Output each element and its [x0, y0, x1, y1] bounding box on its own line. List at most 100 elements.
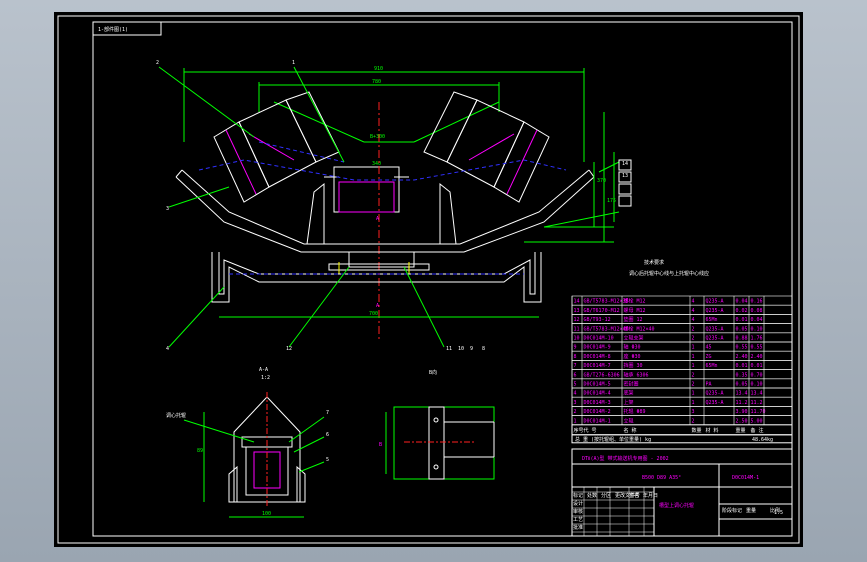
parts-cell: 4 [692, 317, 695, 323]
parts-cell: 0.04 [751, 317, 763, 323]
parts-cell: 0.10 [751, 382, 763, 388]
parts-cell: 0.05 [736, 326, 748, 332]
parts-cell: 10 [574, 336, 580, 342]
parts-cell: 12 [574, 317, 580, 323]
dim-height-a: 370 [597, 178, 606, 184]
parts-cell: GB/T6170-M12 [584, 308, 620, 314]
parts-cell: 0.10 [751, 326, 763, 332]
parts-cell: 4 [692, 308, 695, 314]
balloon-9: 9 [470, 346, 473, 352]
parts-cell: Q235-A [706, 308, 724, 314]
parts-cell: 0.04 [736, 299, 748, 305]
left-wing-roller [213, 91, 340, 203]
parts-cell: 0.35 [736, 372, 748, 378]
signoff-label: 处数 [587, 492, 597, 499]
bottom-channel [211, 252, 542, 303]
balloon-14: 14 [622, 161, 628, 167]
parts-cell: 1 [692, 391, 695, 397]
parts-cell: 0.08 [751, 308, 763, 314]
parts-cell: 2.40 [751, 354, 763, 360]
dim-height-b: 175 [607, 198, 616, 204]
parts-cell: 0.70 [751, 372, 763, 378]
parts-cell: 1 [574, 418, 577, 424]
parts-cell: 11.2 [736, 400, 748, 406]
parts-cell: Q235-A [706, 326, 724, 332]
parts-cell: 65Mn [706, 363, 718, 369]
parts-cell: 7 [574, 363, 577, 369]
parts-cell: D0C014M-7 [584, 363, 611, 369]
parts-cell: 3 [692, 409, 695, 415]
parts-cell: 1.76 [751, 336, 763, 342]
right-wing-roller [423, 91, 550, 203]
inner-frame [92, 21, 793, 537]
parts-cell: 0.01 [736, 317, 748, 323]
parts-cell: 14 [574, 299, 580, 305]
parts-cell: 1 [692, 354, 695, 360]
parts-cell: D0C014M-3 [584, 400, 611, 406]
parts-cell: 2 [692, 382, 695, 388]
parts-cell: 2 [574, 409, 577, 415]
parts-header-cell: 代 号 [584, 427, 597, 434]
parts-cell: 密封圈 [624, 381, 639, 388]
parts-header-cell: 数量 [692, 427, 702, 434]
parts-cell: 0.55 [736, 345, 748, 351]
parts-cell: 立辊 [624, 417, 634, 424]
signoff-label: 工艺 [573, 517, 583, 523]
balloon-7: 7 [326, 410, 329, 416]
signoff-label: 分区 [601, 492, 611, 499]
parts-header-cell: 名 称 [624, 427, 637, 434]
section-a-a: A-A 1:2 100 89 调心托辊 [166, 367, 325, 518]
parts-subheader: 总 重 (按托辊组、单位重量) kg [575, 436, 651, 443]
dim-detail-w: 100 [262, 511, 271, 517]
parts-cell: 螺母 M12 [624, 307, 646, 314]
dim-base-inner: 700 [369, 311, 378, 317]
parts-cell: 1 [692, 400, 695, 406]
parts-cell: 9 [574, 345, 577, 351]
parts-cell: 13.4 [751, 391, 763, 397]
view-b: B向 B [379, 369, 495, 480]
balloon-12: 12 [286, 346, 292, 352]
parts-cell: Q235-A [706, 299, 724, 305]
parts-cell: 托辊 Φ89 [624, 408, 646, 415]
parts-cell: 螺栓 M12×40 [624, 325, 655, 332]
parts-cell: 轴承 6306 [624, 371, 649, 378]
parts-cell: PA [706, 382, 712, 388]
parts-header-cell: 材 料 [706, 427, 719, 434]
balloon-10: 10 [458, 346, 464, 352]
parts-cell: 5 [574, 382, 577, 388]
parts-cell: 6 [574, 372, 577, 378]
signoff-label: 签名 [629, 492, 639, 499]
parts-cell: 上架 [624, 399, 634, 406]
signoff-label: 批准 [573, 524, 583, 531]
assembly-drawing: 1-部件图(1) 910 780 B+300 340 A 700 A 370 1… [57, 15, 800, 544]
balloon-6: 6 [326, 432, 329, 438]
dim-top-overall: 910 [374, 66, 383, 72]
notes-heading: 技术要求 [644, 259, 664, 266]
parts-cell: 垫圈 12 [624, 316, 643, 323]
parts-cell: 2.40 [736, 354, 748, 360]
section-b-label: B向 [429, 369, 437, 376]
parts-cell: 0.16 [751, 299, 763, 305]
parts-cell: 底架 [624, 390, 634, 397]
parts-cell: 2.50 [736, 418, 748, 424]
title-main: DTⅡ(A)型 带式输送机专用图 - 2002 [582, 455, 669, 462]
parts-cell: D0C014M-2 [584, 409, 611, 415]
part-label: 调心托辊 [166, 412, 186, 419]
parts-cell: 3 [574, 400, 577, 406]
dim-inner: 780 [372, 79, 381, 85]
parts-cell: 0.02 [736, 308, 748, 314]
parts-cell: 0.01 [751, 363, 763, 369]
parts-cell: 2 [692, 336, 695, 342]
title-drawing-no: D0C014M-1 [732, 475, 759, 481]
parts-cell: 65Mn [706, 317, 718, 323]
parts-cell: GB/T93-12 [584, 317, 611, 323]
signoff-grid: 标记 处数 分区 更改文件号签名 年月日设计审核工艺批准阶段标记 重量 比例 [572, 487, 780, 536]
parts-header-cell: 备 注 [751, 427, 764, 434]
parts-cell: 8 [574, 354, 577, 360]
parts-cell: 0.01 [736, 363, 748, 369]
cad-viewport[interactable]: 1-部件图(1) 910 780 B+300 340 A 700 A 370 1… [54, 12, 803, 547]
parts-header-cell: 重量 [736, 427, 746, 434]
parts-cell: 挡圈 30 [624, 362, 643, 369]
signoff-label: 审核 [573, 508, 583, 515]
parts-cell: 13.4 [736, 391, 748, 397]
